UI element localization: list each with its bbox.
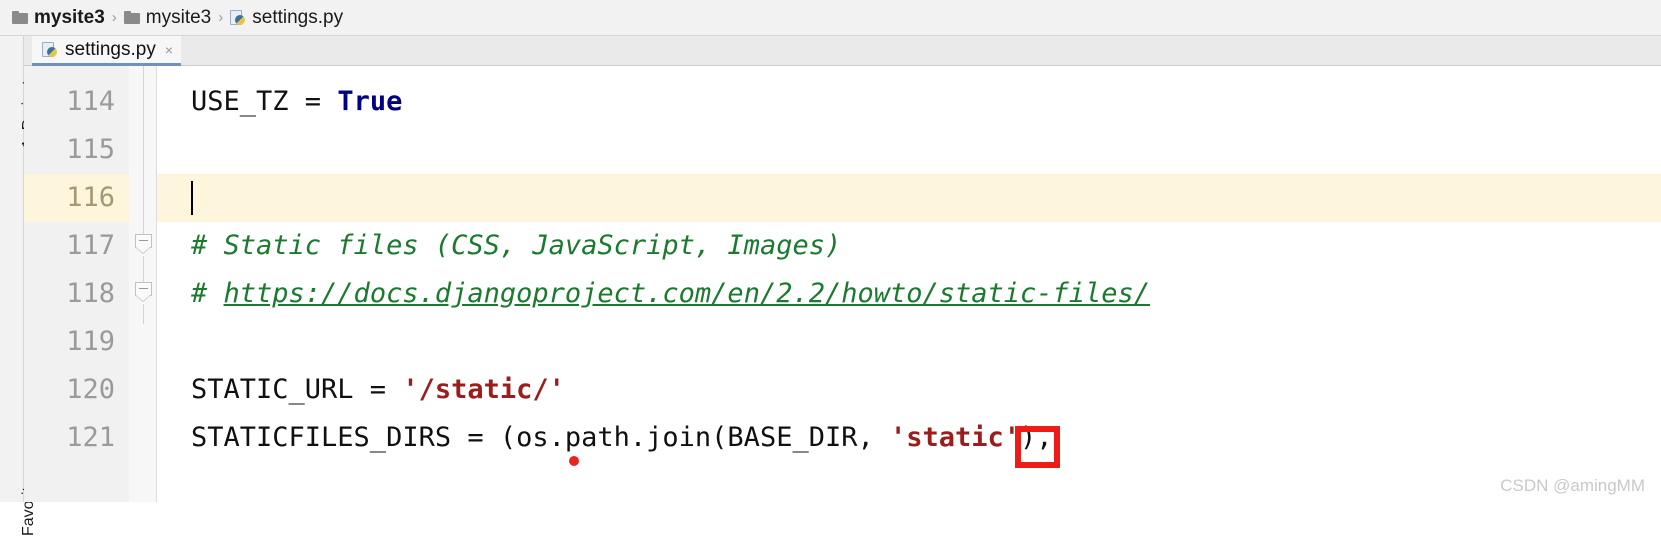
current-line-highlight bbox=[157, 174, 1661, 222]
code-line[interactable] bbox=[157, 126, 1661, 174]
line-number: 117 bbox=[66, 230, 115, 261]
code-text: # https://docs.djangoproject.com/en/2.2/… bbox=[191, 270, 1150, 318]
line-number: 121 bbox=[66, 422, 115, 453]
code-line[interactable]: STATICFILES_DIRS = (os.path.join(BASE_DI… bbox=[157, 414, 1661, 462]
gutter-row[interactable]: 120 bbox=[24, 366, 129, 414]
breadcrumb-label: settings.py bbox=[252, 6, 344, 28]
gutter-row[interactable]: 116 bbox=[24, 174, 129, 222]
close-icon[interactable]: × bbox=[165, 43, 173, 57]
fold-toggle-icon[interactable] bbox=[135, 234, 152, 256]
code-line[interactable] bbox=[157, 318, 1661, 366]
breadcrumb-label: mysite3 bbox=[34, 6, 105, 28]
tab-label: settings.py bbox=[65, 38, 156, 60]
token-link[interactable]: https://docs.djangoproject.com/en/2.2/ho… bbox=[224, 278, 1151, 309]
code-line[interactable] bbox=[157, 174, 1661, 222]
gutter-row[interactable]: 115 bbox=[24, 126, 129, 174]
gutter-row[interactable]: 119 bbox=[24, 318, 129, 366]
code-editor[interactable]: 114 115 116 117 118 119 120 121 USE_TZ = True # … bbox=[24, 66, 1661, 502]
token-plain: STATIC_URL = bbox=[191, 374, 403, 405]
gutter-row[interactable]: 114 bbox=[24, 78, 129, 126]
token-plain: STATICFILES_DIRS = (os.path.join(BASE_DI… bbox=[191, 422, 890, 453]
line-number: 116 bbox=[66, 182, 115, 213]
code-line[interactable]: STATIC_URL = '/static/' bbox=[157, 366, 1661, 414]
fold-connector-line bbox=[143, 66, 144, 234]
code-folding-gutter[interactable] bbox=[129, 66, 157, 502]
breadcrumb-item-project[interactable]: mysite3 bbox=[12, 7, 105, 29]
annotation-red-dot bbox=[569, 456, 579, 466]
token-keyword: True bbox=[337, 86, 403, 117]
line-number: 115 bbox=[66, 134, 115, 165]
gutter-row[interactable]: 118 bbox=[24, 270, 129, 318]
token-string: 'static' bbox=[889, 422, 1021, 453]
code-content[interactable]: USE_TZ = True # Static files (CSS, JavaSc… bbox=[157, 66, 1661, 502]
python-file-icon bbox=[42, 41, 58, 58]
code-text: USE_TZ = True bbox=[191, 78, 402, 126]
fold-connector-line bbox=[143, 256, 144, 282]
token-string: '/static/' bbox=[402, 374, 565, 405]
text-caret bbox=[191, 181, 193, 215]
gutter-row[interactable]: 121 bbox=[24, 414, 129, 462]
tab-settings-py[interactable]: settings.py × bbox=[32, 36, 182, 66]
code-line[interactable]: # https://docs.djangoproject.com/en/2.2/… bbox=[157, 270, 1661, 318]
breadcrumb: mysite3 › mysite3 › settings.py bbox=[0, 0, 1661, 36]
line-number: 118 bbox=[66, 278, 115, 309]
token-comment: # bbox=[191, 278, 224, 309]
gutter-row[interactable]: 117 bbox=[24, 222, 129, 270]
token-plain: ), bbox=[1020, 422, 1053, 453]
code-line[interactable]: USE_TZ = True bbox=[157, 78, 1661, 126]
editor-tab-bar: settings.py × bbox=[24, 36, 1661, 66]
fold-connector-line bbox=[143, 304, 144, 324]
python-file-icon bbox=[230, 9, 246, 26]
line-number: 120 bbox=[66, 374, 115, 405]
code-text: STATICFILES_DIRS = (os.path.join(BASE_DI… bbox=[191, 414, 1053, 462]
breadcrumb-item-file[interactable]: settings.py bbox=[230, 7, 343, 29]
breadcrumb-separator: › bbox=[111, 9, 117, 26]
breadcrumb-separator: › bbox=[218, 9, 224, 26]
breadcrumb-label: mysite3 bbox=[145, 6, 212, 28]
code-text: # Static files (CSS, JavaScript, Images) bbox=[191, 222, 841, 270]
code-text: STATIC_URL = '/static/' bbox=[191, 366, 565, 414]
breadcrumb-item-package[interactable]: mysite3 bbox=[123, 6, 212, 29]
line-number: 119 bbox=[66, 326, 115, 357]
line-number: 114 bbox=[66, 86, 115, 117]
token-comment: # Static files (CSS, JavaScript, Images) bbox=[191, 230, 842, 261]
token-plain: USE_TZ = bbox=[191, 86, 338, 117]
fold-toggle-icon[interactable] bbox=[135, 282, 152, 304]
code-line[interactable]: # Static files (CSS, JavaScript, Images) bbox=[157, 222, 1661, 270]
folder-icon bbox=[123, 11, 140, 24]
folder-icon bbox=[12, 11, 28, 24]
line-number-gutter: 114 115 116 117 118 119 120 121 bbox=[24, 66, 129, 502]
left-tool-strip: 1: Project Favorites bbox=[0, 36, 37, 536]
watermark: CSDN @amingMM bbox=[1500, 476, 1645, 495]
